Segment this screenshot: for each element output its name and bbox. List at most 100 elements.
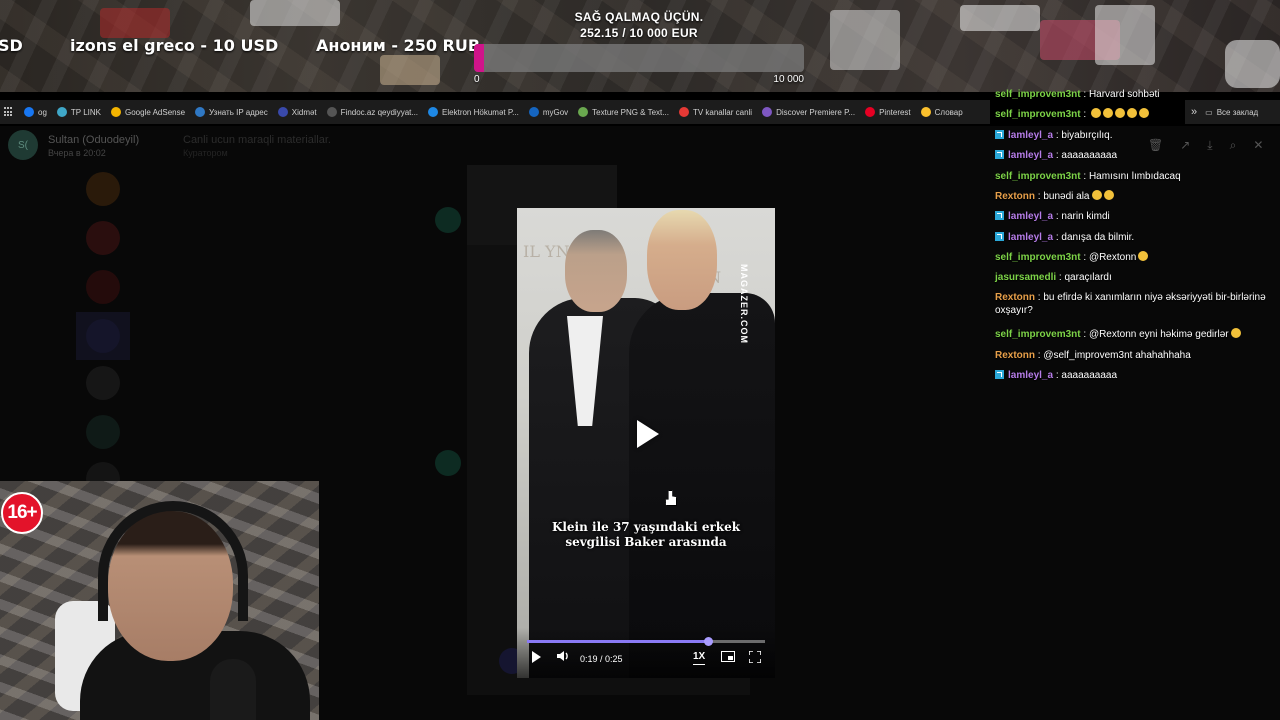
goal-max-label: 10 000 [773,74,804,85]
bookmark-item[interactable]: og [24,107,47,117]
channel-title: Canli ucun maraqli materiallar. [183,134,331,146]
chat-message: lamleyl_a : aaaaaaaaaa [995,149,1273,162]
bookmark-item[interactable]: myGov [528,107,569,117]
play-button[interactable] [532,651,541,663]
bookmark-item[interactable]: Словар [920,107,963,117]
chat-text: aaaaaaaaaa [1061,150,1118,161]
emoji-icon [1102,108,1113,118]
chat-separator: : [1080,329,1089,340]
video-time: 0:19 / 0:25 [580,654,623,664]
emoji-icon [1090,108,1101,118]
sidebar-avatar[interactable] [86,415,120,449]
progress-handle[interactable] [703,637,713,646]
chat-username[interactable]: lamleyl_a [1008,130,1053,141]
chat-username[interactable]: self_improvem3nt [995,109,1081,120]
chat-message: self_improvem3nt : Hamısını lımbıdacaq [995,170,1273,183]
bookmark-item[interactable]: Elektron Hökumət P... [428,107,519,117]
prime-badge-icon[interactable] [995,232,1004,241]
chat-text: @Rextonn [1088,252,1137,263]
chat-separator: : [1080,252,1089,263]
chat-message: Rextonn : bunədi ala [995,190,1273,203]
sidebar-avatar[interactable] [86,221,120,255]
video-progress-bar[interactable] [527,637,765,646]
bookmark-label: Elektron Hökumət P... [442,107,519,117]
chat-avatar[interactable]: S( [8,130,38,160]
chat-name[interactable]: Sultan (Oduodeyil) [48,134,139,146]
chat-text: danışa da bilmir. [1061,232,1135,243]
bookmark-label: myGov [542,107,569,117]
ticker-item: izons el greco - 10 USD [70,36,279,55]
prime-badge-icon[interactable] [995,211,1004,220]
video-watermark: MAGAZER.COM [739,264,749,344]
chat-username[interactable]: lamleyl_a [1008,232,1053,243]
apps-grid-icon[interactable] [4,107,14,117]
bookmark-item[interactable]: TV kanallar canli [678,107,752,117]
sidebar-avatar[interactable] [86,319,120,353]
sticker-decoration [830,10,900,70]
chat-text: qaraçılardı [1064,272,1112,283]
emoji-icon [1091,190,1102,200]
message-avatar [435,207,461,233]
playback-speed-button[interactable]: 1X [693,650,706,665]
chat-username[interactable]: jasursamedli [995,272,1056,283]
video-player[interactable]: IL YN ARILYN MAGAZER.COM Klein ile 37 ya… [517,208,775,678]
bookmark-item[interactable]: TP LINK [56,107,101,117]
chat-username[interactable]: Rextonn [995,350,1035,361]
bookmark-item[interactable]: Узнать IP адрес [195,107,268,117]
chat-username[interactable]: lamleyl_a [1008,211,1053,222]
bookmark-favicon-icon [428,107,439,117]
chat-separator: : [1080,89,1089,100]
chat-username[interactable]: lamleyl_a [1008,150,1053,161]
bookmark-label: Xidmət [291,107,317,117]
bookmark-item[interactable]: Findoc.az qeydiyyat... [326,107,418,117]
chat-username[interactable]: self_improvem3nt [995,171,1081,182]
chat-username[interactable]: Rextonn [995,191,1035,202]
picture-in-picture-icon[interactable] [721,651,735,662]
prime-badge-icon[interactable] [995,150,1004,159]
fullscreen-icon[interactable] [748,650,762,664]
video-figure [647,210,717,310]
prime-badge-icon[interactable] [995,130,1004,139]
video-figure [565,230,627,312]
sticker-decoration [1225,40,1280,88]
bookmark-item[interactable]: Google AdSense [111,107,185,117]
play-icon[interactable] [637,420,659,448]
prime-badge-icon[interactable] [995,370,1004,379]
bookmark-label: Google AdSense [125,107,186,117]
chat-username[interactable]: Rextonn [995,292,1035,303]
bookmark-item[interactable]: Pinterest [865,107,911,117]
sidebar-avatar[interactable] [86,366,120,400]
chat-username[interactable]: self_improvem3nt [995,329,1081,340]
chat-username[interactable]: lamleyl_a [1008,370,1053,381]
sidebar-avatar[interactable] [86,270,120,304]
sticker-decoration [960,5,1040,31]
volume-icon[interactable] [556,649,570,666]
backdrop-decoration: IL YN [523,242,570,261]
emoji-icon [1138,251,1149,261]
bookmark-label: Texture PNG & Text... [592,107,669,117]
chat-message: lamleyl_a : biyabırçılıq. [995,129,1273,142]
bookmark-label: Discover Premiere P... [776,107,856,117]
bookmark-item[interactable]: Texture PNG & Text... [578,107,669,117]
caption-line: Klein ile 37 yaşındaki erkek [551,520,741,534]
chat-separator: : [1080,171,1089,182]
goal-title: SAĞ QALMAQ ÜÇÜN. [574,10,704,24]
chat-username[interactable]: self_improvem3nt [995,89,1081,100]
bookmark-item[interactable]: Discover Premiere P... [762,107,855,117]
video-caption: Klein ile 37 yaşındaki erkek sevgilisi B… [517,520,775,550]
sticker-decoration [1095,5,1155,65]
chat-time: Вчера в 20:02 [48,148,106,158]
chat-message: self_improvem3nt : @Rextonn eyni həkimə … [995,328,1273,341]
sticker-decoration [250,0,340,26]
chat-text: @self_improvem3nt ahahahhaha [1043,350,1191,361]
chat-username[interactable]: self_improvem3nt [995,252,1081,263]
webcam-feed [0,481,319,720]
donation-ticker: SD izons el greco - 10 USD Аноним - 250 … [0,36,480,58]
chat-message: self_improvem3nt : @Rextonn [995,251,1273,264]
stream-chat: self_improvem3nt : Harvard sohbəti self_i… [995,86,1275,386]
bookmark-item[interactable]: Xidmət [277,107,317,117]
sidebar-avatar[interactable] [86,172,120,206]
channel-subtitle: Куратором [183,148,228,158]
bookmark-favicon-icon [326,107,337,117]
chat-message: Rextonn : @self_improvem3nt ahahahhaha [995,349,1273,362]
